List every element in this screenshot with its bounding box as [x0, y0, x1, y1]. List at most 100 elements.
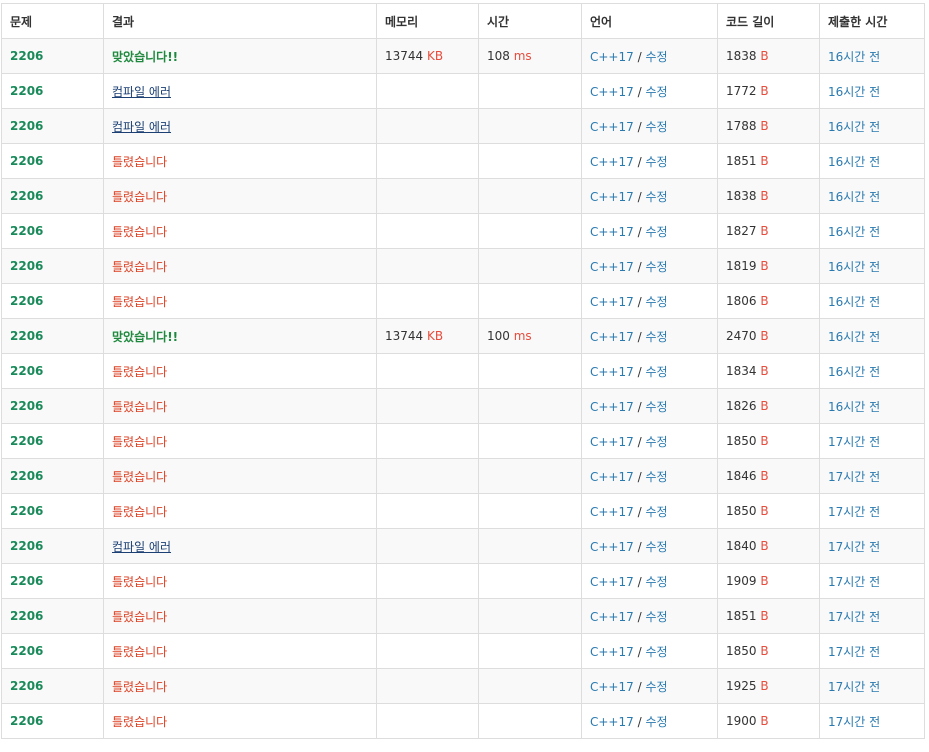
problem-link[interactable]: 2206 — [10, 469, 43, 483]
language-link[interactable]: C++17 — [590, 225, 634, 239]
problem-link[interactable]: 2206 — [10, 189, 43, 203]
submitted-time-link[interactable]: 16시간 전 — [828, 330, 880, 344]
submitted-time-link[interactable]: 16시간 전 — [828, 225, 880, 239]
problem-link[interactable]: 2206 — [10, 119, 43, 133]
language-link[interactable]: C++17 — [590, 540, 634, 554]
edit-link[interactable]: 수정 — [645, 120, 667, 134]
edit-link[interactable]: 수정 — [645, 365, 667, 379]
edit-link[interactable]: 수정 — [645, 85, 667, 99]
submitted-time-link[interactable]: 17시간 전 — [828, 435, 880, 449]
code-length-unit: B — [760, 119, 769, 133]
language-link[interactable]: C++17 — [590, 190, 634, 204]
problem-link[interactable]: 2206 — [10, 399, 43, 413]
edit-link[interactable]: 수정 — [645, 435, 667, 449]
submitted-time-link[interactable]: 17시간 전 — [828, 645, 880, 659]
problem-link[interactable]: 2206 — [10, 539, 43, 553]
language-separator: / — [637, 539, 642, 554]
submitted-time-link[interactable]: 16시간 전 — [828, 50, 880, 64]
language-link[interactable]: C++17 — [590, 435, 634, 449]
problem-link[interactable]: 2206 — [10, 49, 43, 63]
problem-link[interactable]: 2206 — [10, 329, 43, 343]
problem-cell: 2206 — [1, 458, 104, 494]
language-link[interactable]: C++17 — [590, 260, 634, 274]
problem-link[interactable]: 2206 — [10, 434, 43, 448]
language-link[interactable]: C++17 — [590, 680, 634, 694]
edit-link[interactable]: 수정 — [645, 470, 667, 484]
submitted-time-link[interactable]: 17시간 전 — [828, 575, 880, 589]
edit-link[interactable]: 수정 — [645, 295, 667, 309]
problem-cell: 2206 — [1, 668, 104, 704]
submitted-time-link[interactable]: 17시간 전 — [828, 505, 880, 519]
submitted-time-cell: 17시간 전 — [819, 563, 925, 599]
language-separator: / — [637, 714, 642, 729]
submitted-time-link[interactable]: 16시간 전 — [828, 190, 880, 204]
edit-link[interactable]: 수정 — [645, 645, 667, 659]
submitted-time-link[interactable]: 16시간 전 — [828, 400, 880, 414]
submitted-time-link[interactable]: 16시간 전 — [828, 155, 880, 169]
edit-link[interactable]: 수정 — [645, 50, 667, 64]
submitted-time-link[interactable]: 16시간 전 — [828, 295, 880, 309]
language-link[interactable]: C++17 — [590, 470, 634, 484]
edit-link[interactable]: 수정 — [645, 225, 667, 239]
submitted-time-link[interactable]: 16시간 전 — [828, 85, 880, 99]
edit-link[interactable]: 수정 — [645, 715, 667, 729]
result-cell: 틀렸습니다 — [103, 248, 377, 284]
result-cell: 틀렸습니다 — [103, 703, 377, 739]
language-link[interactable]: C++17 — [590, 155, 634, 169]
memory-unit: KB — [427, 49, 444, 63]
code-length-cell: 1840 B — [717, 528, 820, 564]
language-link[interactable]: C++17 — [590, 610, 634, 624]
problem-link[interactable]: 2206 — [10, 154, 43, 168]
language-link[interactable]: C++17 — [590, 400, 634, 414]
time-cell — [478, 143, 582, 179]
edit-link[interactable]: 수정 — [645, 540, 667, 554]
problem-link[interactable]: 2206 — [10, 609, 43, 623]
problem-link[interactable]: 2206 — [10, 574, 43, 588]
submitted-time-link[interactable]: 17시간 전 — [828, 610, 880, 624]
submitted-time-link[interactable]: 17시간 전 — [828, 470, 880, 484]
edit-link[interactable]: 수정 — [645, 330, 667, 344]
problem-link[interactable]: 2206 — [10, 294, 43, 308]
language-link[interactable]: C++17 — [590, 295, 634, 309]
submitted-time-link[interactable]: 17시간 전 — [828, 680, 880, 694]
edit-link[interactable]: 수정 — [645, 400, 667, 414]
problem-link[interactable]: 2206 — [10, 644, 43, 658]
language-link[interactable]: C++17 — [590, 365, 634, 379]
edit-link[interactable]: 수정 — [645, 155, 667, 169]
result-text[interactable]: 컴파일 에러 — [112, 85, 171, 99]
problem-link[interactable]: 2206 — [10, 504, 43, 518]
problem-link[interactable]: 2206 — [10, 259, 43, 273]
language-link[interactable]: C++17 — [590, 50, 634, 64]
memory-cell — [376, 108, 479, 144]
submitted-time-link[interactable]: 17시간 전 — [828, 540, 880, 554]
submitted-time-link[interactable]: 16시간 전 — [828, 120, 880, 134]
language-link[interactable]: C++17 — [590, 120, 634, 134]
submitted-time-link[interactable]: 17시간 전 — [828, 715, 880, 729]
language-link[interactable]: C++17 — [590, 575, 634, 589]
result-text[interactable]: 컴파일 에러 — [112, 120, 171, 134]
result-cell: 틀렸습니다 — [103, 283, 377, 319]
language-link[interactable]: C++17 — [590, 715, 634, 729]
language-separator: / — [637, 189, 642, 204]
language-link[interactable]: C++17 — [590, 505, 634, 519]
code-length-value: 1838 — [726, 49, 757, 63]
language-link[interactable]: C++17 — [590, 85, 634, 99]
problem-link[interactable]: 2206 — [10, 364, 43, 378]
result-text[interactable]: 컴파일 에러 — [112, 540, 171, 554]
edit-link[interactable]: 수정 — [645, 575, 667, 589]
edit-link[interactable]: 수정 — [645, 260, 667, 274]
problem-link[interactable]: 2206 — [10, 224, 43, 238]
language-link[interactable]: C++17 — [590, 330, 634, 344]
edit-link[interactable]: 수정 — [645, 680, 667, 694]
submitted-time-link[interactable]: 16시간 전 — [828, 365, 880, 379]
language-link[interactable]: C++17 — [590, 645, 634, 659]
submitted-time-link[interactable]: 16시간 전 — [828, 260, 880, 274]
problem-link[interactable]: 2206 — [10, 714, 43, 728]
problem-link[interactable]: 2206 — [10, 679, 43, 693]
edit-link[interactable]: 수정 — [645, 505, 667, 519]
edit-link[interactable]: 수정 — [645, 610, 667, 624]
code-length-value: 1850 — [726, 644, 757, 658]
problem-link[interactable]: 2206 — [10, 84, 43, 98]
code-length-unit: B — [760, 259, 769, 273]
edit-link[interactable]: 수정 — [645, 190, 667, 204]
